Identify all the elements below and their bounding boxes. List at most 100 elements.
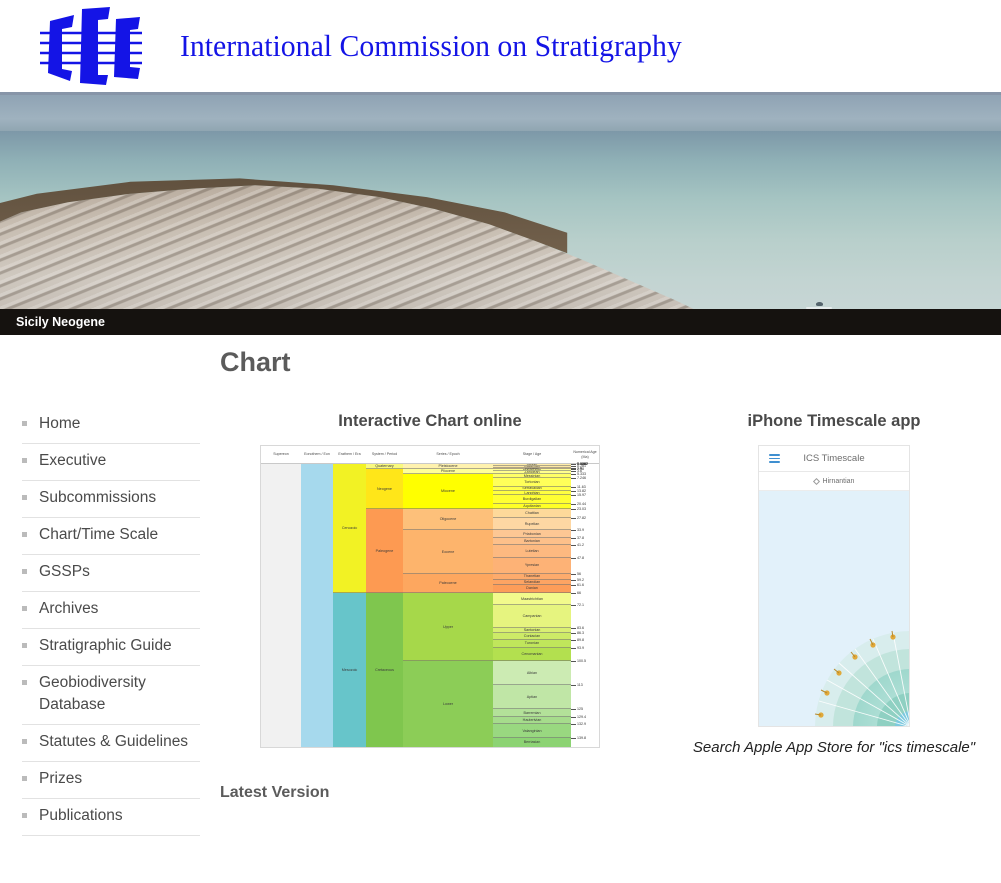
chart-cell[interactable]: Maastrichtian [493, 593, 571, 606]
iphone-app-panel: iPhone Timescale app ICS Timescale Hirna… [664, 412, 1001, 756]
chart-cell[interactable]: Cenomanian [493, 647, 571, 661]
bullet-icon [22, 421, 27, 426]
chart-age-tick: 72.1 [571, 602, 599, 608]
bullet-icon [22, 606, 27, 611]
chart-cell[interactable] [301, 464, 333, 747]
chart-cell[interactable]: Valanginian [493, 724, 571, 738]
chart-cell[interactable]: Priabonian [493, 530, 571, 539]
bullet-icon [22, 776, 27, 781]
chart-cell[interactable]: Oligocene [403, 509, 493, 531]
site-title: International Commission on Stratigraphy [180, 28, 682, 63]
chart-cell[interactable]: Upper [403, 593, 493, 661]
chart-cell[interactable]: Lower [403, 660, 493, 747]
sidebar-item-home[interactable]: Home [22, 407, 200, 444]
interactive-chart-heading: Interactive Chart online [338, 412, 522, 430]
chart-cell[interactable]: Burdigalian [493, 495, 571, 505]
chart-cell[interactable]: Cenozoic [333, 464, 366, 594]
content-panels: Interactive Chart online Supereon Eonoth… [218, 412, 1001, 756]
chart-age-tick: 27.82 [571, 515, 599, 521]
chart-age-tick: 37.8 [571, 535, 599, 541]
chart-cell[interactable]: Cretaceous [366, 593, 403, 747]
app-selected-stage-label: Hirnantian [822, 477, 855, 485]
chart-age-tick: 100.5 [571, 658, 599, 664]
chart-column-stage: MeghalayanNorthgrippianGreenlandianUpper… [493, 464, 571, 747]
chart-column-era: Cenozoic Mesozoic [333, 464, 366, 747]
sidebar-item-label: Archives [39, 600, 99, 617]
sidebar-item-label: Prizes [39, 770, 83, 787]
sidebar-item-stratigraphic-guide[interactable]: Stratigraphic Guide [22, 629, 200, 666]
bullet-icon [22, 813, 27, 818]
app-navbar: ICS Timescale [759, 446, 909, 472]
chart-cell[interactable]: Chattian [493, 509, 571, 519]
chart-cell[interactable]: Tortonian [493, 478, 571, 487]
sidebar-item-chart-time-scale[interactable]: Chart/Time Scale [22, 518, 200, 555]
banner-caption: Sicily Neogene [0, 309, 1001, 335]
sidebar-item-subcommissions[interactable]: Subcommissions [22, 481, 200, 518]
chart-col-header-system: System / Period [371, 452, 398, 457]
chart-cell[interactable]: Neogene [366, 469, 403, 510]
sidebar-item-publications[interactable]: Publications [22, 799, 200, 836]
chart-cell[interactable]: Danian [493, 584, 571, 594]
boat-icon [816, 302, 823, 306]
banner-image: Sicily Neogene [0, 95, 1001, 335]
chart-cell[interactable]: Campanian [493, 605, 571, 628]
app-selected-stage-bar[interactable]: Hirnantian [759, 472, 909, 491]
sidebar-item-label: Executive [39, 452, 107, 469]
sidebar-item-statutes-guidelines[interactable]: Statutes & Guidelines [22, 725, 200, 762]
chart-cell[interactable]: Bartonian [493, 538, 571, 545]
bullet-icon [22, 458, 27, 463]
sidebar-item-label: Publications [39, 807, 123, 824]
chart-column-epoch: HolocenePleistocenePlioceneMioceneOligoc… [403, 464, 493, 747]
bullet-icon [22, 569, 27, 574]
chart-cell[interactable]: Coniacian [493, 633, 571, 640]
chart-age-tick: 89.8 [571, 637, 599, 643]
chart-body: Cenozoic Mesozoic Quaternary Neogene Paleog… [261, 462, 599, 747]
sidebar-item-gssps[interactable]: GSSPs [22, 555, 200, 592]
chart-age-tick: 47.8 [571, 555, 599, 561]
chart-cell[interactable]: Berriasian [493, 737, 571, 747]
main-content: Chart Interactive Chart online Supereon … [218, 335, 1001, 857]
chart-age-tick: 23.03 [571, 506, 599, 512]
sidebar-item-label: Subcommissions [39, 489, 157, 506]
bullet-icon [22, 643, 27, 648]
app-store-caption: Search Apple App Store for "ics timescal… [692, 739, 976, 756]
iphone-app-screenshot[interactable]: ICS Timescale Hirnantian [758, 445, 910, 727]
bullet-icon [22, 532, 27, 537]
chart-col-header-supereon: Supereon [273, 452, 289, 457]
sidebar-item-prizes[interactable]: Prizes [22, 762, 200, 799]
chart-cell[interactable]: Mesozoic [333, 593, 366, 747]
chart-cell[interactable]: Lutetian [493, 544, 571, 558]
ics-chronostratigraphic-chart[interactable]: Supereon Eonothem / Eon Erathem / Era Sy… [260, 445, 600, 748]
app-sunburst-canvas[interactable] [759, 491, 909, 726]
chart-header-row: Supereon Eonothem / Eon Erathem / Era Sy… [261, 446, 599, 464]
iphone-app-heading: iPhone Timescale app [747, 412, 921, 430]
chart-cell[interactable]: Miocene [403, 474, 493, 510]
chart-age-tick: 132.9 [571, 721, 599, 727]
chart-cell[interactable]: Albian [493, 660, 571, 686]
chart-cell[interactable]: Aptian [493, 685, 571, 709]
chart-cell[interactable]: Turonian [493, 639, 571, 648]
chart-age-tick: 7.246 [571, 475, 599, 481]
chart-cell[interactable]: Eocene [403, 530, 493, 574]
chart-cell[interactable]: Rupelian [493, 518, 571, 531]
bullet-icon [22, 680, 27, 685]
banner-sky [0, 95, 1001, 135]
site-header: International Commission on Stratigraphy [0, 0, 1001, 95]
sidebar-item-executive[interactable]: Executive [22, 444, 200, 481]
chart-cell[interactable]: Ypresian [493, 557, 571, 574]
chart-col-header-series: Series / Epoch [436, 452, 460, 457]
chart-column-eon [301, 464, 333, 747]
chart-age-tick: 125 [571, 706, 599, 712]
sidebar-item-label: Stratigraphic Guide [39, 637, 172, 654]
page-body: Home Executive Subcommissions Chart/Time… [0, 335, 1001, 857]
sidebar-item-geobiodiversity-database[interactable]: Geobiodiversity Database [22, 666, 200, 725]
chart-cell[interactable]: Barremian [493, 708, 571, 718]
sidebar-item-archives[interactable]: Archives [22, 592, 200, 629]
chart-age-tick: 139.8 [571, 735, 599, 741]
chart-col-header-eon: Eonothem / Eon [304, 452, 330, 457]
chart-cell[interactable]: Hauterivian [493, 717, 571, 725]
ics-logo[interactable] [0, 0, 180, 94]
chart-age-tick: 113 [571, 682, 599, 688]
chart-cell[interactable]: Paleocene [403, 573, 493, 594]
chart-cell[interactable]: Paleogene [366, 509, 403, 594]
